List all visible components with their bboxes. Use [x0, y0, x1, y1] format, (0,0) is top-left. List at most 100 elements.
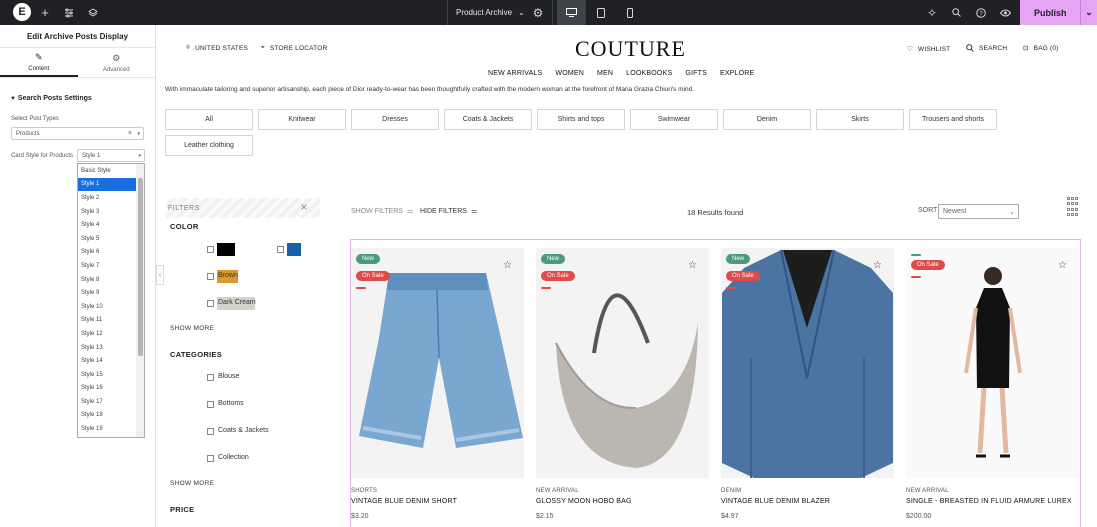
- tab-advanced[interactable]: ⚙ Advanced: [78, 48, 156, 77]
- product-card[interactable]: New On Sale ☆ SHORTS VINTAGE BLUE DENIM …: [351, 248, 524, 520]
- product-image[interactable]: New On Sale ☆: [721, 248, 894, 478]
- category-button[interactable]: Skirts: [816, 109, 904, 130]
- color-checkbox[interactable]: [207, 273, 214, 280]
- category-option-label[interactable]: Blouse: [218, 373, 239, 380]
- dropdown-option[interactable]: Style 17: [78, 395, 136, 409]
- clear-icon[interactable]: ×: [128, 130, 132, 137]
- bag-link[interactable]: ⊡ BAG (0): [1023, 44, 1059, 53]
- dropdown-option[interactable]: Style 19: [78, 422, 136, 436]
- wishlist-star-icon[interactable]: ☆: [688, 260, 697, 271]
- product-name[interactable]: VINTAGE BLUE DENIM BLAZER: [721, 498, 894, 505]
- dropdown-option[interactable]: Style 5: [78, 232, 136, 246]
- nav-item[interactable]: MEN: [597, 70, 613, 77]
- wishlist-star-icon[interactable]: ☆: [873, 260, 882, 271]
- dropdown-option[interactable]: Style 10: [78, 300, 136, 314]
- mobile-view-icon[interactable]: [615, 0, 644, 25]
- search-icon[interactable]: [949, 0, 963, 25]
- color-swatch[interactable]: [217, 243, 235, 256]
- dropdown-option[interactable]: Style 18: [78, 409, 136, 423]
- nav-item[interactable]: EXPLORE: [720, 70, 754, 77]
- search-link[interactable]: SEARCH: [966, 44, 1007, 52]
- sort-select[interactable]: Newest ⌄: [938, 204, 1019, 219]
- dropdown-scrollbar[interactable]: [136, 164, 144, 437]
- page-settings-gear-icon[interactable]: ⚙: [531, 0, 545, 25]
- nav-item[interactable]: NEW ARRIVALS: [488, 70, 542, 77]
- country-selector[interactable]: ⌾ UNITED STATES: [186, 44, 248, 52]
- help-icon[interactable]: ?: [974, 0, 988, 25]
- card-style-select[interactable]: Style 1 ▾: [77, 149, 145, 162]
- category-option-label[interactable]: Coats & Jackets: [218, 427, 269, 434]
- notifications-icon[interactable]: ✧: [925, 0, 939, 25]
- hide-filters-button[interactable]: HIDE FILTERS ⚌: [420, 207, 477, 216]
- dropdown-option[interactable]: Style 14: [78, 354, 136, 368]
- scrollbar-thumb[interactable]: [138, 178, 143, 356]
- dropdown-option[interactable]: Style 15: [78, 368, 136, 382]
- product-image[interactable]: New On Sale ☆: [351, 248, 524, 478]
- product-name[interactable]: GLOSSY MOON HOBO BAG: [536, 498, 709, 505]
- nav-item[interactable]: WOMEN: [555, 70, 584, 77]
- show-more-colors[interactable]: SHOW MORE: [170, 325, 214, 332]
- publish-button[interactable]: Publish ⌄: [1020, 0, 1097, 25]
- product-image[interactable]: New On Sale ☆: [536, 248, 709, 478]
- color-checkbox[interactable]: [277, 246, 284, 253]
- show-more-categories[interactable]: SHOW MORE: [170, 480, 214, 487]
- tablet-view-icon[interactable]: [586, 0, 615, 25]
- elementor-logo-icon[interactable]: E: [13, 3, 31, 21]
- close-icon[interactable]: ×: [300, 200, 308, 214]
- category-button[interactable]: Leather clothing: [165, 135, 253, 156]
- category-button[interactable]: Denim: [723, 109, 811, 130]
- brand-logo[interactable]: COUTURE: [575, 36, 686, 62]
- wishlist-star-icon[interactable]: ☆: [1058, 260, 1067, 271]
- category-button[interactable]: Knitwear: [258, 109, 346, 130]
- post-types-select[interactable]: Products × ▾: [11, 127, 144, 140]
- dropdown-option[interactable]: Style 13: [78, 341, 136, 355]
- product-image[interactable]: On Sale ☆: [906, 248, 1079, 478]
- product-card[interactable]: New On Sale ☆ NEW ARRIVAL GLOSSY MOON HO…: [536, 248, 709, 520]
- category-button[interactable]: Trousers and shorts: [909, 109, 997, 130]
- dropdown-option[interactable]: Style 7: [78, 259, 136, 273]
- color-checkbox[interactable]: [207, 300, 214, 307]
- structure-layers-icon[interactable]: [86, 0, 100, 25]
- dropdown-option[interactable]: Style 16: [78, 382, 136, 396]
- category-checkbox[interactable]: [207, 455, 214, 462]
- category-option-label[interactable]: Bottoms: [218, 400, 244, 407]
- dropdown-option[interactable]: Style 8: [78, 273, 136, 287]
- nav-item[interactable]: GIFTS: [685, 70, 707, 77]
- desktop-view-icon[interactable]: [557, 0, 586, 25]
- category-button[interactable]: Shirts and tops: [537, 109, 625, 130]
- dropdown-option[interactable]: Style 9: [78, 286, 136, 300]
- dropdown-option[interactable]: Style 1: [78, 177, 136, 192]
- site-settings-icon[interactable]: [62, 0, 76, 25]
- category-option-label[interactable]: Collection: [218, 454, 249, 461]
- add-element-icon[interactable]: +: [38, 0, 52, 25]
- dropdown-option[interactable]: Style 4: [78, 218, 136, 232]
- dropdown-option[interactable]: Style 6: [78, 246, 136, 260]
- show-filters-button[interactable]: SHOW FILTERS ⚌: [351, 207, 413, 216]
- category-checkbox[interactable]: [207, 428, 214, 435]
- category-button[interactable]: All: [165, 109, 253, 130]
- category-button[interactable]: Swimwear: [630, 109, 718, 130]
- wishlist-link[interactable]: ♡ WISHLIST: [907, 45, 950, 54]
- tab-content[interactable]: ✎ Content: [0, 48, 78, 77]
- product-card[interactable]: New On Sale ☆ DENIM VINTAGE BLUE DENIM B…: [721, 248, 894, 520]
- dropdown-option[interactable]: Basic Style: [78, 164, 136, 178]
- dropdown-option[interactable]: Style 2: [78, 191, 136, 205]
- chevron-down-icon[interactable]: ⌄: [1080, 0, 1097, 25]
- color-checkbox[interactable]: [207, 246, 214, 253]
- category-checkbox[interactable]: [207, 374, 214, 381]
- product-name[interactable]: VINTAGE BLUE DENIM SHORT: [351, 498, 524, 505]
- category-checkbox[interactable]: [207, 401, 214, 408]
- nav-item[interactable]: LOOKBOOKS: [626, 70, 672, 77]
- category-button[interactable]: Coats & Jackets: [444, 109, 532, 130]
- preview-eye-icon[interactable]: [998, 0, 1012, 25]
- dropdown-option[interactable]: Style 12: [78, 327, 136, 341]
- grid-view-icon[interactable]: [1067, 197, 1078, 217]
- section-toggle[interactable]: ▼ Search Posts Settings: [10, 95, 92, 102]
- dropdown-option[interactable]: Style 3: [78, 205, 136, 219]
- store-locator-link[interactable]: ⌖ STORE LOCATOR: [261, 44, 327, 52]
- wishlist-star-icon[interactable]: ☆: [503, 260, 512, 271]
- product-name[interactable]: SINGLE - BREASTED IN FLUID ARMURE LUREX: [906, 498, 1079, 505]
- product-card[interactable]: On Sale ☆ NEW ARRIVAL SINGLE - BREASTED …: [906, 248, 1079, 520]
- dropdown-option[interactable]: Style 11: [78, 314, 136, 328]
- category-button[interactable]: Dresses: [351, 109, 439, 130]
